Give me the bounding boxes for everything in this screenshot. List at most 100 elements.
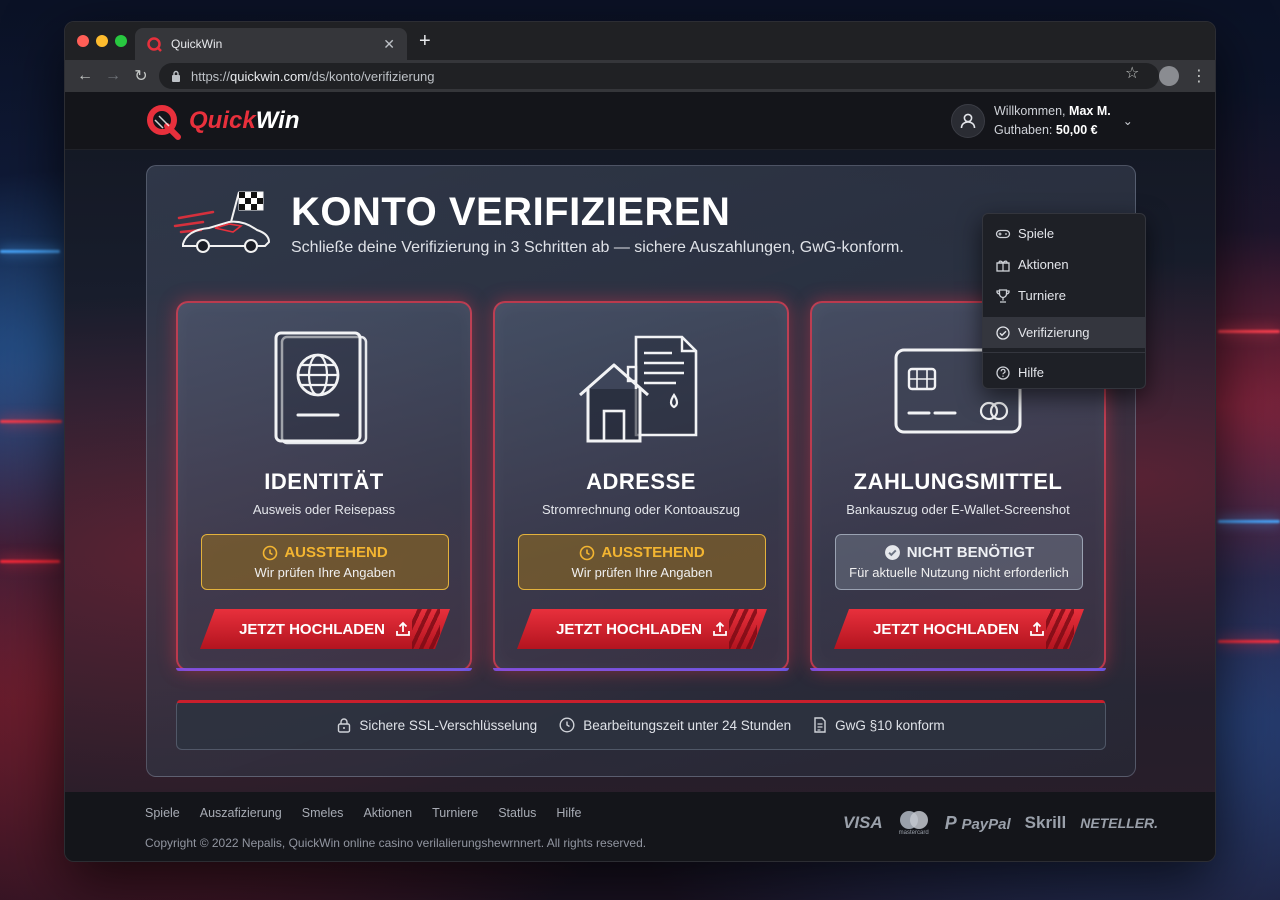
bg-streak xyxy=(1218,640,1280,643)
site-header: QuickWin Willkommen, Max M. Guthaben: 50… xyxy=(65,92,1215,150)
card-icon-wrapper xyxy=(178,331,470,447)
bg-streak xyxy=(1218,330,1280,333)
passport-icon xyxy=(274,331,368,445)
card-title: IDENTITÄT xyxy=(264,469,384,494)
new-tab-icon[interactable]: + xyxy=(419,30,431,53)
menu-item-turniere[interactable]: Turniere xyxy=(983,280,1145,311)
paypal-p-icon: P xyxy=(944,812,957,833)
mastercard-circles-icon xyxy=(899,811,928,829)
browser-menu-icon[interactable]: ⋮ xyxy=(1191,66,1207,86)
card-adresse: ADRESSE Stromrechnung oder Kontoauszug A… xyxy=(493,301,789,671)
browser-profile-avatar[interactable] xyxy=(1159,66,1179,86)
race-car-flag-icon xyxy=(173,191,271,253)
bg-streak xyxy=(0,560,60,563)
info-gwg: GwG §10 konform xyxy=(813,717,945,733)
check-circle-icon xyxy=(996,325,1010,340)
card-identitaet: IDENTITÄT Ausweis oder Reisepass AUSSTEH… xyxy=(176,301,472,671)
gift-icon xyxy=(996,260,1010,272)
footer-link[interactable]: Statlus xyxy=(498,806,536,820)
bg-streak xyxy=(1218,520,1280,523)
info-ssl-text: Sichere SSL-Verschlüsselung xyxy=(359,717,538,733)
menu-divider xyxy=(983,352,1145,353)
footer-link[interactable]: Aktionen xyxy=(363,806,412,820)
chevron-down-icon: ⌄ xyxy=(1122,114,1133,128)
footer-link[interactable]: Spiele xyxy=(145,806,180,820)
status-badge: AUSSTEHEND Wir prüfen Ihre Angaben xyxy=(201,534,449,590)
menu-item-label: Aktionen xyxy=(1018,257,1069,272)
card-subtitle: Stromrechnung oder Kontoauszug xyxy=(541,502,740,517)
page-title: KONTO VERIFIZIEREN xyxy=(291,189,731,234)
mastercard-logo: mastercard xyxy=(897,810,931,836)
card-subtitle: Bankauszug oder E-Wallet-Screenshot xyxy=(846,502,1070,517)
site-footer: Spiele Auszafizierung Smeles Aktionen Tu… xyxy=(65,792,1215,861)
upload-button[interactable]: JETZT HOCHLADEN xyxy=(200,609,450,649)
page-subtitle: Schließe deine Verifizierung in 3 Schrit… xyxy=(291,238,904,256)
trust-info-bar: Sichere SSL-Verschlüsselung Bearbeitungs… xyxy=(176,700,1106,750)
menu-item-label: Hilfe xyxy=(1018,365,1045,380)
forward-icon[interactable]: → xyxy=(99,67,127,85)
lock-icon xyxy=(172,70,180,82)
user-menu-toggle[interactable]: Willkommen, Max M. Guthaben: 50,00 € ⌄ xyxy=(951,102,1133,140)
address-bar[interactable]: https://quickwin.com/ds/konto/verifizier… xyxy=(159,63,1159,89)
minimize-window-button[interactable] xyxy=(96,35,108,47)
quickwin-favicon-icon xyxy=(147,37,162,52)
menu-item-aktionen[interactable]: Aktionen xyxy=(983,249,1145,280)
upload-button[interactable]: JETZT HOCHLADEN xyxy=(517,609,767,649)
clock-icon xyxy=(263,545,278,560)
tab-close-icon[interactable]: ✕ xyxy=(383,36,395,53)
status-label: AUSSTEHEND xyxy=(601,544,705,561)
info-ssl: Sichere SSL-Verschlüsselung xyxy=(337,717,537,733)
status-description: Wir prüfen Ihre Angaben xyxy=(571,565,713,580)
menu-item-hilfe[interactable]: Hilfe xyxy=(983,357,1145,388)
footer-link[interactable]: Hilfe xyxy=(556,806,581,820)
reload-icon[interactable]: ↻ xyxy=(127,66,155,86)
button-stripes xyxy=(412,609,440,649)
maximize-window-button[interactable] xyxy=(115,35,127,47)
payment-logos: VISA mastercard P PayPal Skrill NETELLER… xyxy=(843,810,1158,836)
status-label: AUSSTEHEND xyxy=(284,544,388,561)
menu-item-spiele[interactable]: Spiele xyxy=(983,218,1145,249)
bg-streak xyxy=(0,250,60,253)
balance-label: Guthaben: xyxy=(994,123,1053,137)
card-subtitle: Ausweis oder Reisepass xyxy=(252,502,396,517)
tab-title: QuickWin xyxy=(171,37,223,51)
upload-button[interactable]: JETZT HOCHLADEN xyxy=(834,609,1084,649)
card-glow xyxy=(810,668,1106,671)
lock-icon xyxy=(338,718,351,733)
skrill-logo: Skrill xyxy=(1024,813,1067,832)
footer-link[interactable]: Turniere xyxy=(432,806,478,820)
copyright: Copyright © 2022 Nepalis, QuickWin onlin… xyxy=(145,836,647,850)
logo-q-icon xyxy=(147,105,181,140)
balance-value: 50,00 € xyxy=(1055,123,1098,137)
footer-link[interactable]: Smeles xyxy=(302,806,344,820)
upload-icon xyxy=(396,621,410,636)
browser-window: QuickWin ✕ + ← → ↻ https://quickwin.com/… xyxy=(64,21,1216,862)
document-icon xyxy=(814,717,826,733)
menu-item-label: Verifizierung xyxy=(1018,325,1090,340)
check-circle-icon xyxy=(884,545,900,560)
window-controls xyxy=(77,35,127,47)
paypal-logo: P PayPal xyxy=(945,813,1011,834)
close-window-button[interactable] xyxy=(77,35,89,47)
house-document-icon xyxy=(579,335,698,443)
info-gwg-text: GwG §10 konform xyxy=(835,717,945,733)
button-stripes xyxy=(729,609,757,649)
panel-header: KONTO VERIFIZIEREN Schließe deine Verifi… xyxy=(173,188,904,258)
bg-streak xyxy=(0,420,62,423)
user-dropdown-menu: Spiele Aktionen Turniere Verifizierung H… xyxy=(982,213,1146,389)
bookmark-star-icon[interactable]: ☆ xyxy=(1125,63,1139,83)
logo[interactable]: QuickWin xyxy=(145,102,299,140)
card-title: ADRESSE xyxy=(586,469,696,494)
status-badge: NICHT BENÖTIGT Für aktuelle Nutzung nich… xyxy=(835,534,1083,590)
status-label: NICHT BENÖTIGT xyxy=(906,544,1035,561)
upload-button-label: JETZT HOCHLADEN xyxy=(239,620,385,638)
mastercard-text: mastercard xyxy=(898,830,929,836)
back-icon[interactable]: ← xyxy=(71,67,99,85)
url-text: https://quickwin.com/ds/konto/verifizier… xyxy=(191,68,435,84)
trophy-icon xyxy=(996,288,1010,303)
clock-icon xyxy=(559,717,575,733)
logo-text: QuickWin xyxy=(189,107,300,134)
browser-tab[interactable]: QuickWin ✕ xyxy=(135,28,407,60)
footer-link[interactable]: Auszafizierung xyxy=(200,806,282,820)
menu-item-verifizierung[interactable]: Verifizierung xyxy=(983,317,1145,348)
